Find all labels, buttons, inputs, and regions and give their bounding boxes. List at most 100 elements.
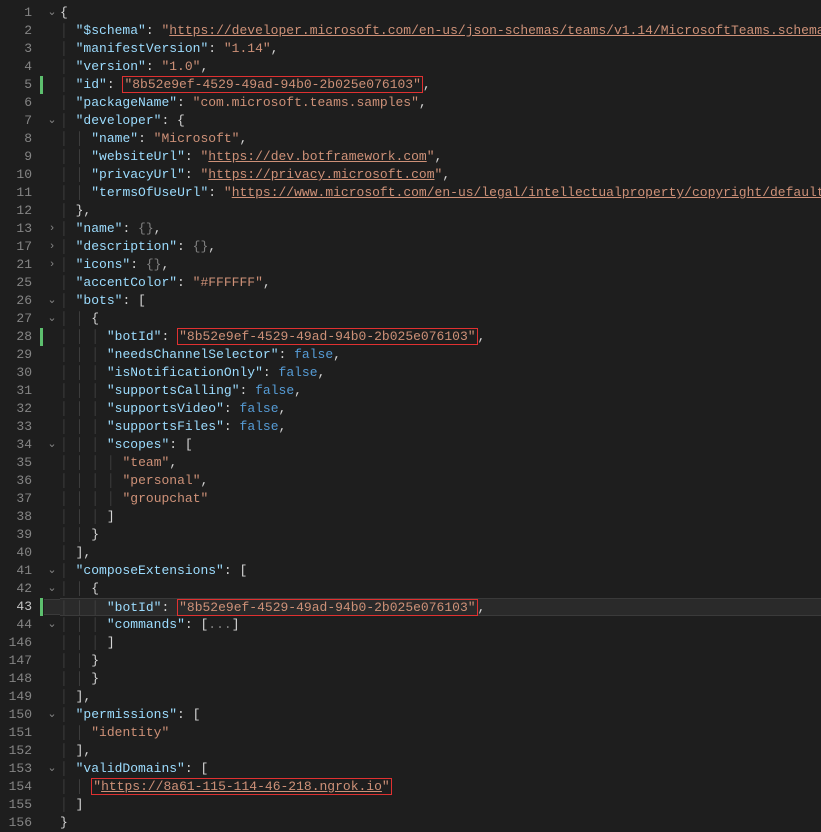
code-line[interactable]: │ │ │ │ "groupchat" [60,490,821,508]
fold-icon[interactable] [44,202,60,220]
code-line[interactable]: │ │ "websiteUrl": "https://dev.botframew… [60,148,821,166]
code-line[interactable]: │ "id": "8b52e9ef-4529-49ad-94b0-2b025e0… [60,76,821,94]
code-line[interactable]: │ }, [60,202,821,220]
fold-icon[interactable]: ⌄ [44,616,60,634]
code-line[interactable]: │ "icons": {}, [60,256,821,274]
code-line[interactable]: │ │ │ "supportsVideo": false, [60,400,821,418]
fold-icon[interactable] [44,652,60,670]
code-line[interactable]: │ │ │ ] [60,634,821,652]
code-line[interactable]: { [60,4,821,22]
code-line[interactable]: │ │ │ "scopes": [ [60,436,821,454]
fold-icon[interactable] [44,40,60,58]
fold-icon[interactable] [44,778,60,796]
fold-icon[interactable] [44,472,60,490]
fold-icon[interactable] [44,58,60,76]
fold-icon[interactable]: ⌄ [44,562,60,580]
code-editor[interactable]: 1234567891011121317212526272829303132333… [0,0,821,725]
fold-icon[interactable] [44,814,60,832]
code-line[interactable]: │ "packageName": "com.microsoft.teams.sa… [60,94,821,112]
fold-icon[interactable]: ⌄ [44,760,60,778]
fold-icon[interactable]: › [44,238,60,256]
fold-icon[interactable] [44,526,60,544]
code-line[interactable]: │ "$schema": "https://developer.microsof… [60,22,821,40]
fold-icon[interactable] [44,742,60,760]
code-line[interactable]: │ │ │ │ "team", [60,454,821,472]
fold-icon[interactable] [44,508,60,526]
fold-icon[interactable] [44,598,60,616]
code-line[interactable]: │ │ } [60,652,821,670]
code-line[interactable]: │ ], [60,742,821,760]
code-line[interactable]: │ │ │ "botId": "8b52e9ef-4529-49ad-94b0-… [60,598,821,616]
token: : [ [185,617,208,632]
code-line[interactable]: │ "composeExtensions": [ [60,562,821,580]
fold-icon[interactable] [44,184,60,202]
fold-icon[interactable] [44,130,60,148]
fold-icon[interactable] [44,382,60,400]
fold-icon[interactable]: ⌄ [44,4,60,22]
code-line[interactable]: │ "name": {}, [60,220,821,238]
fold-column[interactable]: ⌄⌄›››⌄⌄⌄⌄⌄⌄⌄⌄ [44,0,60,725]
fold-icon[interactable] [44,148,60,166]
fold-icon[interactable] [44,364,60,382]
code-line[interactable]: │ "manifestVersion": "1.14", [60,40,821,58]
fold-icon[interactable] [44,724,60,742]
code-line[interactable]: │ │ │ "supportsFiles": false, [60,418,821,436]
fold-icon[interactable] [44,22,60,40]
code-line[interactable]: │ │ } [60,526,821,544]
code-line[interactable]: │ "permissions": [ [60,706,821,724]
fold-icon[interactable] [44,544,60,562]
code-line[interactable]: │ ] [60,796,821,814]
code-line[interactable]: │ │ │ "isNotificationOnly": false, [60,364,821,382]
code-line[interactable]: │ │ "identity" [60,724,821,742]
code-line[interactable]: │ "version": "1.0", [60,58,821,76]
fold-icon[interactable] [44,454,60,472]
code-line[interactable]: │ │ │ "botId": "8b52e9ef-4529-49ad-94b0-… [60,328,821,346]
fold-icon[interactable] [44,94,60,112]
fold-icon[interactable] [44,166,60,184]
fold-icon[interactable]: › [44,256,60,274]
code-line[interactable]: │ │ │ ] [60,508,821,526]
code-line[interactable]: │ ], [60,688,821,706]
code-line[interactable]: │ │ │ "supportsCalling": false, [60,382,821,400]
fold-icon[interactable]: ⌄ [44,706,60,724]
fold-icon[interactable]: ⌄ [44,436,60,454]
code-line[interactable]: │ │ { [60,580,821,598]
code-line[interactable]: │ "accentColor": "#FFFFFF", [60,274,821,292]
token: : [177,239,193,254]
fold-icon[interactable] [44,346,60,364]
fold-icon[interactable]: ⌄ [44,112,60,130]
fold-icon[interactable] [44,490,60,508]
code-line[interactable]: │ │ { [60,310,821,328]
code-line[interactable]: │ "validDomains": [ [60,760,821,778]
code-line[interactable]: │ "bots": [ [60,292,821,310]
fold-icon[interactable] [44,328,60,346]
line-number: 21 [0,256,32,274]
token: "termsOfUseUrl" [91,185,208,200]
code-line[interactable]: │ ], [60,544,821,562]
fold-icon[interactable]: ⌄ [44,580,60,598]
fold-icon[interactable] [44,76,60,94]
fold-icon[interactable] [44,274,60,292]
fold-icon[interactable] [44,688,60,706]
code-line[interactable]: │ │ "privacyUrl": "https://privacy.micro… [60,166,821,184]
code-line[interactable]: │ │ "name": "Microsoft", [60,130,821,148]
fold-icon[interactable] [44,670,60,688]
fold-icon[interactable] [44,796,60,814]
code-line[interactable]: │ "description": {}, [60,238,821,256]
code-line[interactable]: │ │ │ "commands": [...] [60,616,821,634]
code-line[interactable]: │ │ "https://8a61-115-114-46-218.ngrok.i… [60,778,821,796]
code-line[interactable]: │ │ │ │ "personal", [60,472,821,490]
fold-icon[interactable] [44,634,60,652]
fold-icon[interactable]: ⌄ [44,310,60,328]
code-line[interactable]: │ │ } [60,670,821,688]
code-line[interactable]: │ │ │ "needsChannelSelector": false, [60,346,821,364]
code-area[interactable]: {│ "$schema": "https://developer.microso… [60,0,821,725]
fold-icon[interactable]: ⌄ [44,292,60,310]
fold-icon[interactable] [44,400,60,418]
fold-icon[interactable] [44,418,60,436]
code-line[interactable]: } [60,814,821,832]
line-number: 3 [0,40,32,58]
fold-icon[interactable]: › [44,220,60,238]
code-line[interactable]: │ "developer": { [60,112,821,130]
code-line[interactable]: │ │ "termsOfUseUrl": "https://www.micros… [60,184,821,202]
